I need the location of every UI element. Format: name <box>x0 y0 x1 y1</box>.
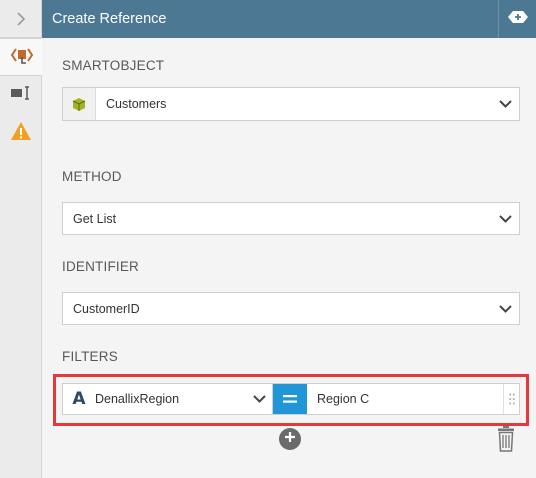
plus-icon <box>284 430 296 448</box>
smartobject-select[interactable]: Customers <box>62 87 520 121</box>
identifier-label: IDENTIFIER <box>62 259 140 274</box>
panel-title: Create Reference <box>52 11 167 27</box>
text-type-icon: A <box>72 389 86 409</box>
side-rail <box>0 0 43 478</box>
panel-header: Create Reference <box>42 0 536 38</box>
add-filter-button[interactable] <box>279 428 301 450</box>
text-cursor-panel-icon <box>10 85 32 106</box>
chevron-down-icon <box>491 304 519 313</box>
delete-filter-button[interactable] <box>497 426 515 452</box>
filter-row: A DenallixRegion Region C <box>62 383 520 415</box>
chevron-down-icon <box>491 214 519 223</box>
rail-item-warnings[interactable] <box>0 114 41 152</box>
filter-operator-button[interactable] <box>273 384 307 414</box>
warning-icon <box>10 121 32 146</box>
smartobject-value: Customers <box>106 97 167 111</box>
rail-item-properties[interactable] <box>0 76 41 114</box>
identifier-select[interactable]: CustomerID <box>62 292 520 325</box>
header-action-button[interactable] <box>498 0 536 38</box>
method-value: Get List <box>73 211 117 226</box>
filter-value-input[interactable]: Region C <box>307 384 503 414</box>
smartobject-label: SMARTOBJECT <box>62 58 165 73</box>
chevron-down-icon <box>491 100 519 108</box>
expand-chevron-icon[interactable] <box>0 0 41 38</box>
identifier-value: CustomerID <box>73 301 140 316</box>
filters-label: FILTERS <box>62 349 118 364</box>
smartobject-cube-icon <box>63 88 96 120</box>
filter-field-select[interactable]: A DenallixRegion <box>63 384 273 414</box>
smartobject-reference-icon <box>10 45 34 70</box>
trash-icon <box>497 426 515 456</box>
method-label: METHOD <box>62 169 122 184</box>
rail-item-reference[interactable] <box>0 38 43 76</box>
method-select[interactable]: Get List <box>62 202 520 235</box>
filter-field-value: DenallixRegion <box>95 392 180 406</box>
add-tag-icon <box>507 10 528 28</box>
drag-handle-icon[interactable] <box>503 384 519 414</box>
chevron-down-icon <box>246 395 272 403</box>
equals-icon <box>283 392 297 406</box>
